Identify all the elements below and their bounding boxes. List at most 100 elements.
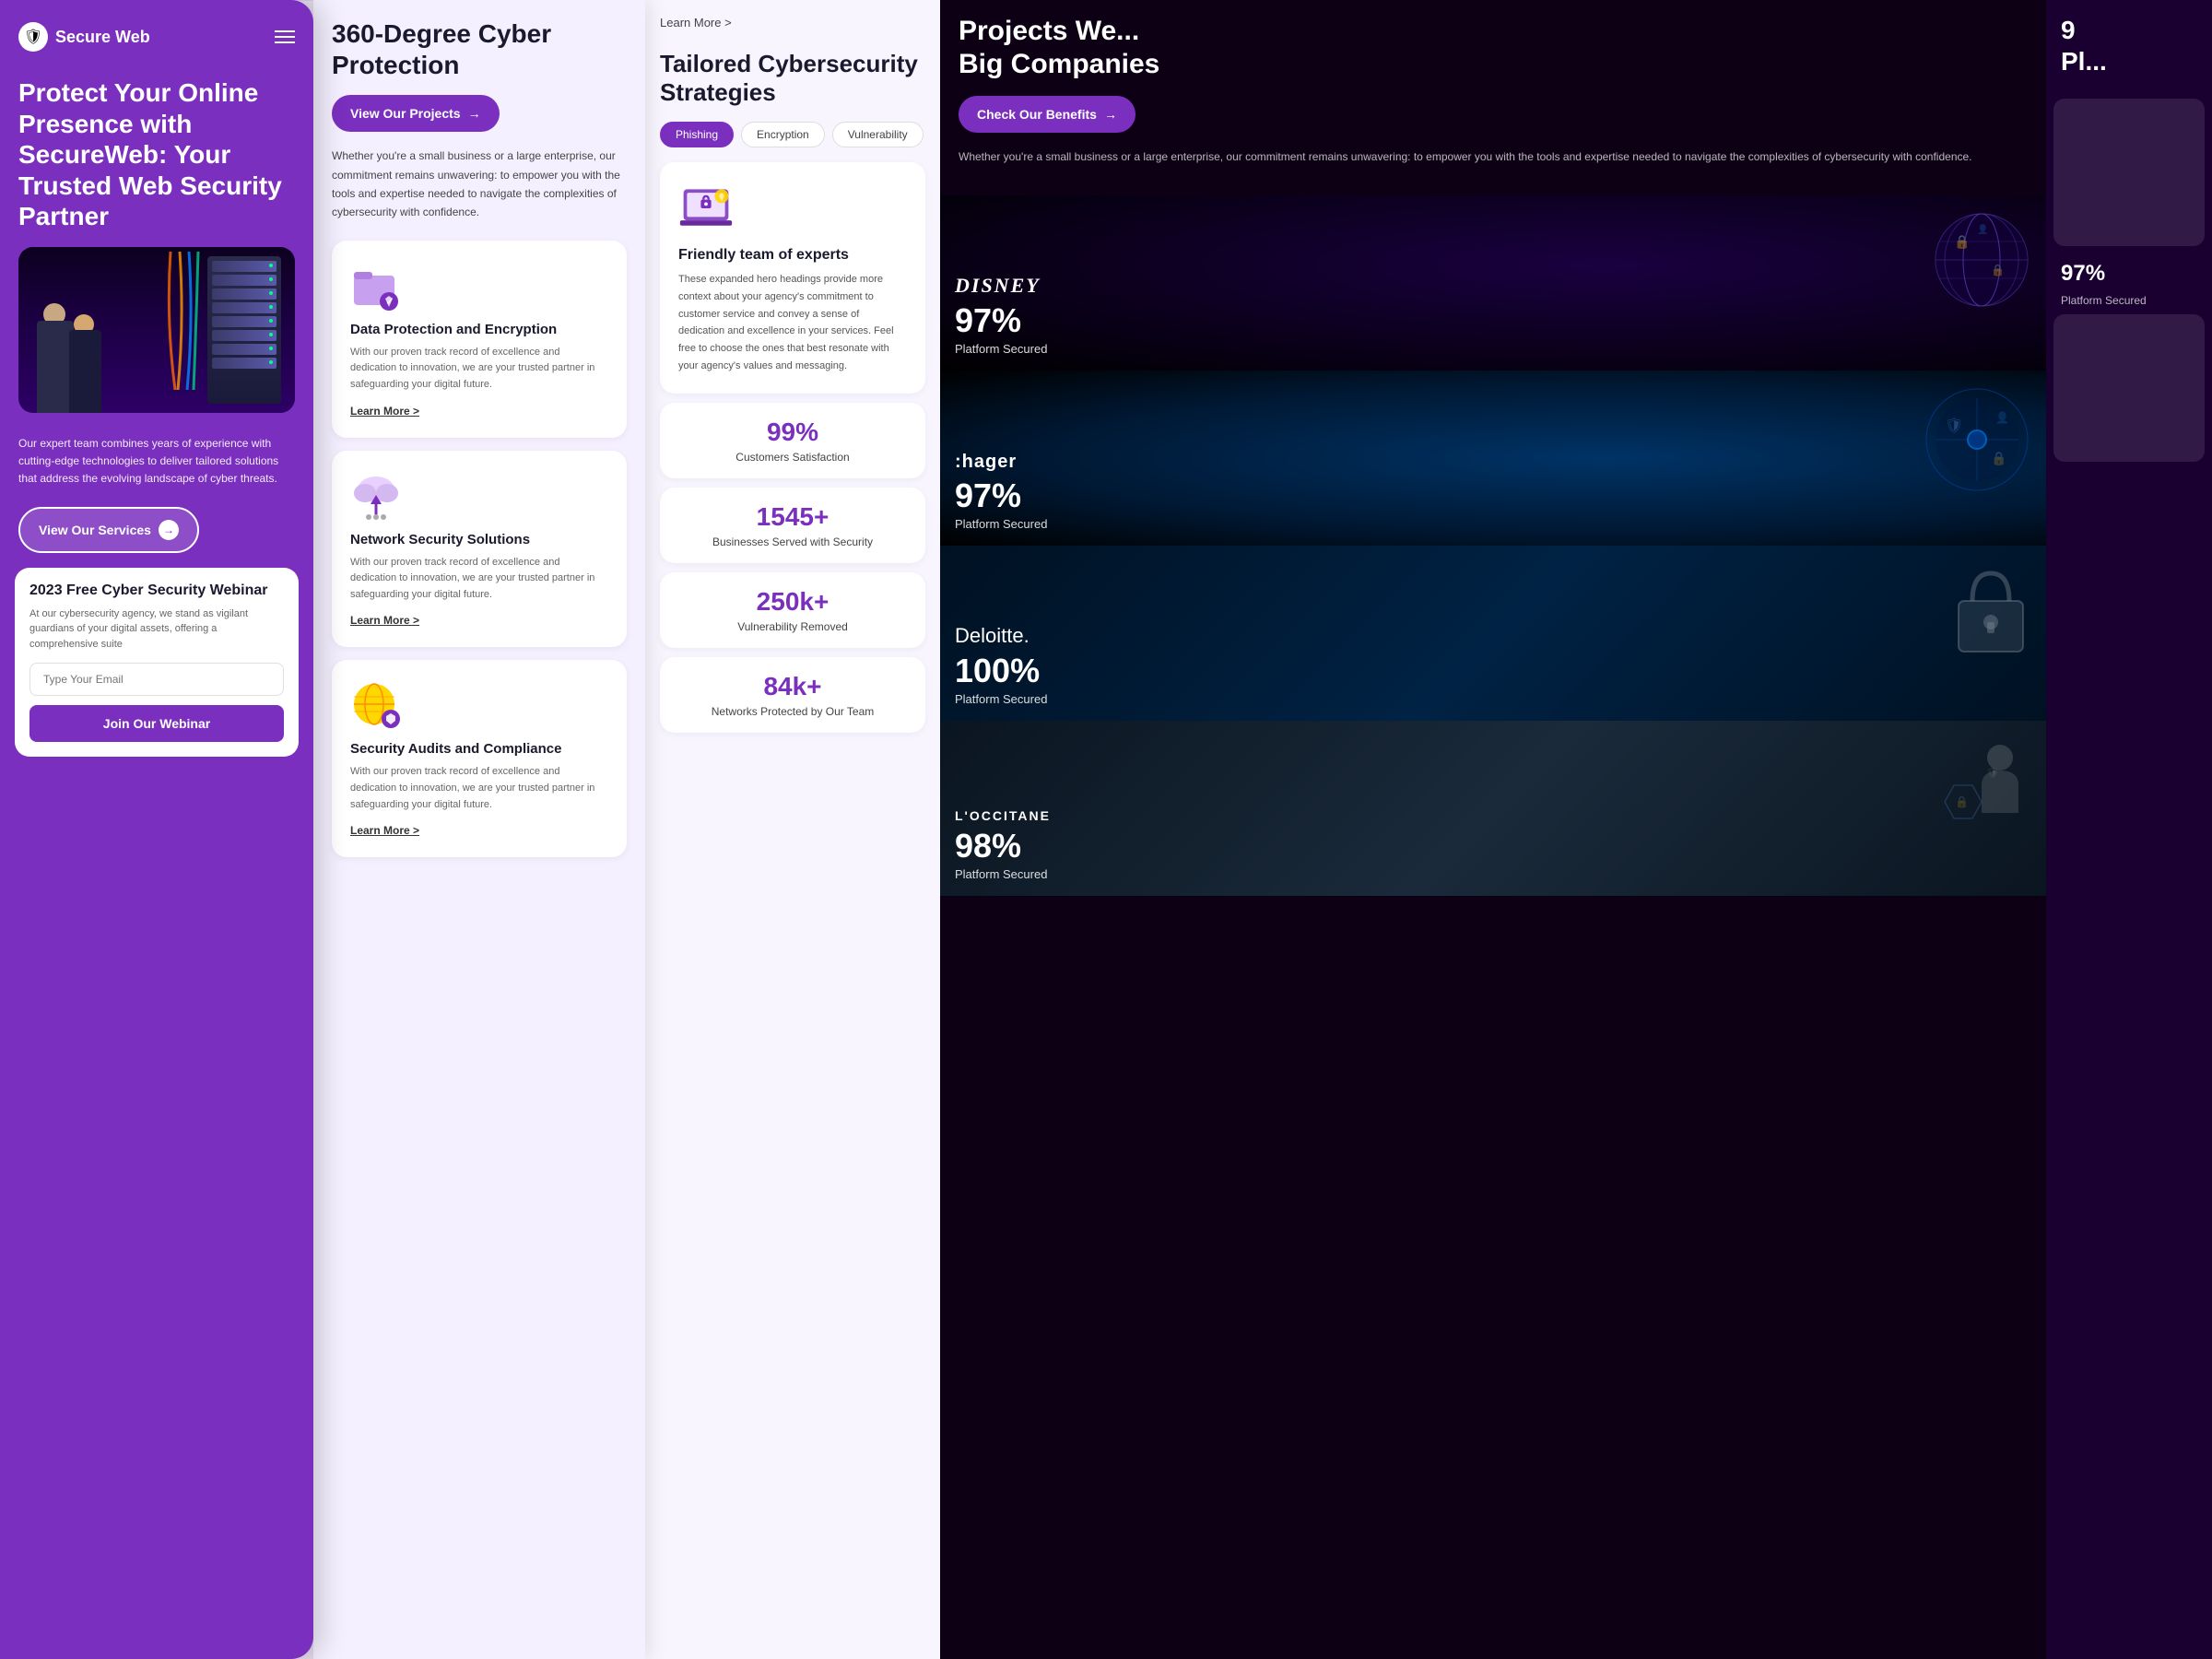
hager-company-name: :hager bbox=[955, 452, 1047, 473]
deloitte-company-name: Deloitte. bbox=[955, 624, 1047, 648]
arrow-icon: → bbox=[159, 520, 179, 540]
stat-number-3: 250k+ bbox=[678, 587, 907, 617]
service-card-1: ✓ Data Protection and Encryption With ou… bbox=[332, 241, 627, 438]
hero-image bbox=[18, 247, 295, 413]
project-card-disney[interactable]: 🔒 🔒 👤 DISNEY 97% Platform Secured bbox=[940, 195, 2046, 371]
loccitane-percent: 98% bbox=[955, 827, 1051, 865]
tab-phishing[interactable]: Phishing bbox=[660, 122, 734, 147]
view-projects-button[interactable]: View Our Projects → bbox=[332, 95, 500, 132]
stat-label-2: Businesses Served with Security bbox=[678, 535, 907, 548]
project-card-deloitte[interactable]: Deloitte. 100% Platform Secured bbox=[940, 546, 2046, 721]
peek-label: Platform Secured bbox=[2046, 294, 2212, 307]
panel2-title: 360-Degree Cyber Protection bbox=[332, 18, 627, 80]
stat-card-networks: 84k+ Networks Protected by Our Team bbox=[660, 657, 925, 733]
strategy-card: Friendly team of experts These expanded … bbox=[660, 162, 925, 393]
svg-text:🛡: 🛡 bbox=[1986, 767, 1999, 779]
deloitte-label: Platform Secured bbox=[955, 692, 1047, 706]
tab-encryption[interactable]: Encryption bbox=[741, 122, 825, 147]
email-input[interactable] bbox=[29, 663, 284, 696]
panel-services: 360-Degree Cyber Protection View Our Pro… bbox=[313, 0, 645, 1659]
svg-text:🔒: 🔒 bbox=[1991, 451, 2006, 466]
panel2-description: Whether you're a small business or a lar… bbox=[332, 147, 627, 222]
strategy-laptop-icon bbox=[678, 181, 734, 236]
strategy-tabs: Phishing Encryption Vulnerability bbox=[660, 122, 925, 147]
view-services-button[interactable]: View Our Services → bbox=[18, 507, 199, 553]
disney-percent: 97% bbox=[955, 301, 1047, 340]
webinar-card: 2023 Free Cyber Security Webinar At our … bbox=[15, 568, 299, 758]
service-title-2: Network Security Solutions bbox=[350, 532, 608, 547]
service-card-3: Security Audits and Compliance With our … bbox=[332, 660, 627, 857]
arrow-icon: → bbox=[1104, 107, 1117, 122]
learn-more-link-2[interactable]: Learn More > bbox=[350, 614, 419, 627]
join-webinar-button[interactable]: Join Our Webinar bbox=[29, 705, 284, 742]
stat-number-2: 1545+ bbox=[678, 502, 907, 532]
logo-icon: 🛡 bbox=[18, 22, 48, 52]
panel4-header: Projects We...Big Companies Check Our Be… bbox=[940, 0, 2046, 195]
stat-card-businesses: 1545+ Businesses Served with Security bbox=[660, 488, 925, 563]
service-title-3: Security Audits and Compliance bbox=[350, 741, 608, 757]
hager-card-content: :hager 97% Platform Secured bbox=[955, 452, 1047, 531]
svg-text:👤: 👤 bbox=[1995, 411, 2009, 424]
tab-vulnerability[interactable]: Vulnerability bbox=[832, 122, 924, 147]
disney-label: Platform Secured bbox=[955, 342, 1047, 356]
service-desc-3: With our proven track record of excellen… bbox=[350, 764, 608, 813]
stat-label-3: Vulnerability Removed bbox=[678, 620, 907, 633]
disney-company-name: DISNEY bbox=[955, 274, 1047, 298]
hero-title: Protect Your Online Presence with Secure… bbox=[18, 77, 295, 232]
network-security-icon bbox=[350, 469, 402, 521]
deloitte-card-content: Deloitte. 100% Platform Secured bbox=[955, 624, 1047, 706]
peek-number: 97% bbox=[2046, 253, 2212, 294]
stat-card-vulnerabilities: 250k+ Vulnerability Removed bbox=[660, 572, 925, 648]
deloitte-percent: 100% bbox=[955, 652, 1047, 690]
hero-description: Our expert team combines years of experi… bbox=[0, 424, 313, 500]
panel-projects: Projects We...Big Companies Check Our Be… bbox=[940, 0, 2046, 1659]
app-header: 🛡 Secure Web bbox=[0, 0, 313, 63]
disney-card-content: DISNEY 97% Platform Secured bbox=[955, 274, 1047, 356]
svg-text:🔒: 🔒 bbox=[1955, 795, 1969, 808]
service-desc-2: With our proven track record of excellen… bbox=[350, 555, 608, 604]
logo-area: 🛡 Secure Web bbox=[18, 22, 150, 52]
peek-card-1 bbox=[2053, 99, 2205, 246]
strategy-title: Friendly team of experts bbox=[678, 247, 907, 264]
hamburger-menu[interactable] bbox=[275, 30, 295, 43]
project-card-hager[interactable]: 🛡 🔒 👤 :hager 97% Platform Secured bbox=[940, 371, 2046, 546]
logo-text: Secure Web bbox=[55, 28, 150, 47]
panel-strategies: Learn More > Tailored Cybersecurity Stra… bbox=[645, 0, 940, 1659]
panel4-description: Whether you're a small business or a lar… bbox=[959, 147, 2028, 166]
project-card-loccitane[interactable]: 🔒 🛡 L'OCCITANE 98% Platform Secured bbox=[940, 721, 2046, 896]
svg-text:🔒: 🔒 bbox=[1991, 264, 2005, 276]
top-learn-more-link[interactable]: Learn More > bbox=[660, 16, 732, 29]
webinar-title: 2023 Free Cyber Security Webinar bbox=[29, 582, 284, 599]
server-rack-illustration bbox=[207, 256, 281, 404]
loccitane-label: Platform Secured bbox=[955, 867, 1051, 881]
person-figure bbox=[32, 284, 83, 413]
service-desc-1: With our proven track record of excellen… bbox=[350, 345, 608, 394]
project-cards-container: 🔒 🔒 👤 DISNEY 97% Platform Secured bbox=[940, 195, 2046, 896]
panel-peek: 9Pl... 97% Platform Secured bbox=[2046, 0, 2212, 1659]
strategy-description: These expanded hero headings provide mor… bbox=[678, 271, 907, 374]
service-card-2: Network Security Solutions With our prov… bbox=[332, 451, 627, 648]
learn-more-link-1[interactable]: Learn More > bbox=[350, 405, 419, 418]
stat-card-satisfaction: 99% Customers Satisfaction bbox=[660, 403, 925, 478]
peek-card-2 bbox=[2053, 314, 2205, 462]
panel4-title: Projects We...Big Companies bbox=[959, 15, 2028, 81]
cta-section: View Our Services → bbox=[0, 500, 313, 568]
stat-number-1: 99% bbox=[678, 418, 907, 447]
svg-text:👤: 👤 bbox=[1977, 223, 1988, 235]
stat-label-4: Networks Protected by Our Team bbox=[678, 705, 907, 718]
svg-text:🛡: 🛡 bbox=[1945, 418, 1963, 434]
peek-content: 9Pl... bbox=[2046, 0, 2212, 91]
hero-section: Protect Your Online Presence with Secure… bbox=[0, 63, 313, 424]
panel3-title: Tailored Cybersecurity Strategies bbox=[660, 50, 925, 107]
check-benefits-button[interactable]: Check Our Benefits → bbox=[959, 96, 1135, 133]
svg-text:✓: ✓ bbox=[385, 295, 394, 308]
svg-text:🔒: 🔒 bbox=[1954, 234, 1970, 250]
learn-more-link-3[interactable]: Learn More > bbox=[350, 824, 419, 837]
security-audits-icon bbox=[350, 678, 402, 730]
panel-mobile-purple: 🛡 Secure Web Protect Your Online Presenc… bbox=[0, 0, 313, 1659]
data-protection-icon: ✓ bbox=[350, 259, 402, 311]
loccitane-company-name: L'OCCITANE bbox=[955, 808, 1051, 823]
loccitane-card-content: L'OCCITANE 98% Platform Secured bbox=[955, 808, 1051, 881]
hager-percent: 97% bbox=[955, 477, 1047, 515]
service-title-1: Data Protection and Encryption bbox=[350, 322, 608, 337]
